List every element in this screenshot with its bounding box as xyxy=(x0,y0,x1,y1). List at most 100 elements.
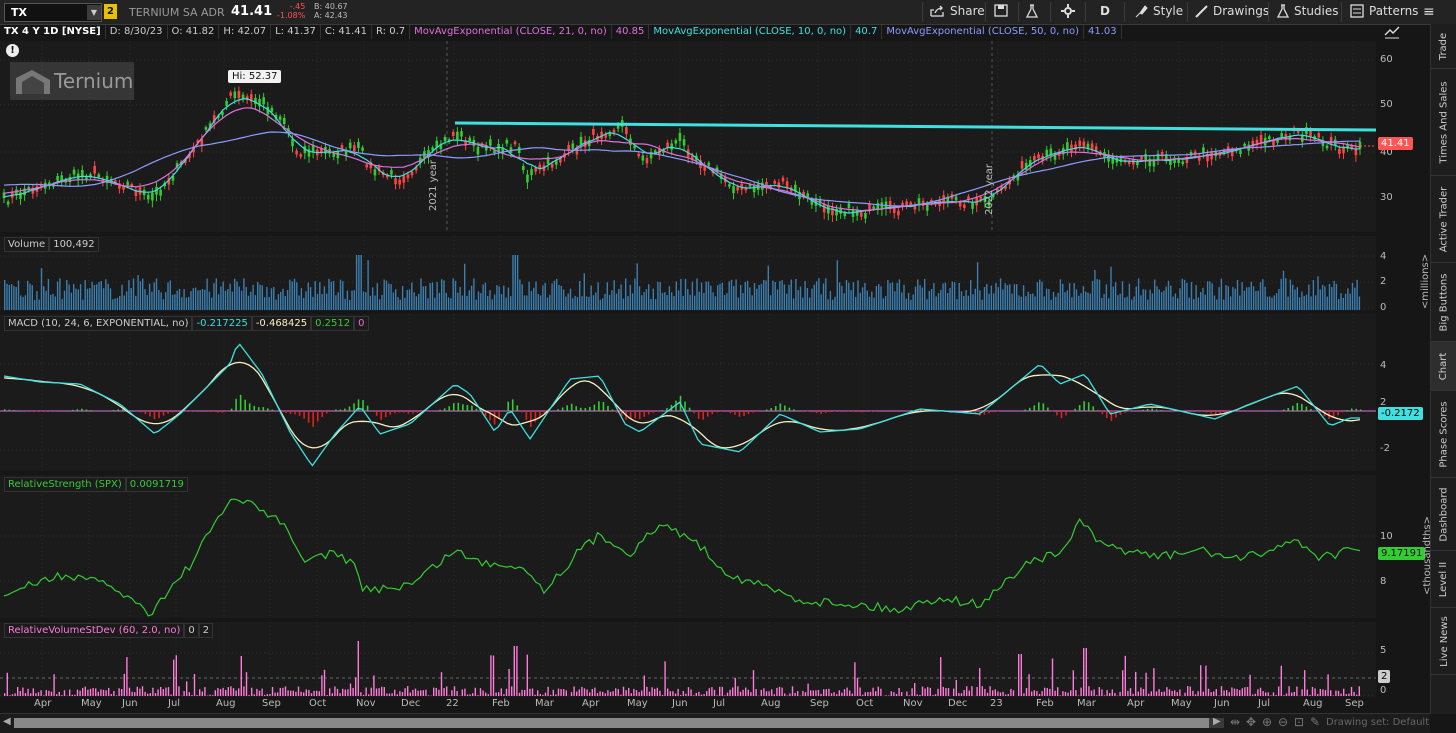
ema10-label[interactable]: MovAvgExponential (CLOSE, 10, 0, no) xyxy=(649,25,851,39)
macd-histogram-bar xyxy=(1301,404,1303,411)
chart-mode-button[interactable] xyxy=(1384,25,1400,42)
volume-bar xyxy=(740,285,741,310)
volume-bar xyxy=(218,294,219,310)
price-chart[interactable] xyxy=(0,41,1376,232)
exclamation-icon[interactable]: ! xyxy=(6,44,19,57)
zoom-out-icon[interactable]: ⊖ xyxy=(1278,715,1288,729)
scroll-left-icon[interactable]: ◀ xyxy=(3,716,11,727)
rvol-title[interactable]: RelativeVolumeStDev (60, 2.0, no) xyxy=(4,623,184,638)
volume-bar xyxy=(614,280,615,310)
volume-bar xyxy=(712,292,713,310)
volume-bar xyxy=(1087,293,1088,310)
volume-bar xyxy=(630,285,631,310)
volume-bar xyxy=(979,290,980,310)
aggregation-button[interactable]: D xyxy=(1100,4,1110,18)
share-icon xyxy=(930,5,945,17)
time-axis[interactable]: AprMayJunJulAugSepOctNovDec22FebMarAprMa… xyxy=(0,697,1430,712)
pan-icon[interactable]: ✥ xyxy=(1246,715,1256,729)
relative-volume-bar xyxy=(849,691,850,696)
volume-bar xyxy=(1310,296,1311,310)
tab-level-ii[interactable]: Level II xyxy=(1431,551,1456,608)
relative-volume-bar xyxy=(1078,695,1079,696)
scrollbar-thumb[interactable] xyxy=(14,718,1209,728)
volume-bar xyxy=(1094,270,1095,310)
volume-panel[interactable] xyxy=(0,236,1376,311)
relative-volume-bar xyxy=(378,688,379,696)
macd-histogram-bar xyxy=(344,409,346,411)
volume-title[interactable]: Volume xyxy=(4,237,49,252)
tab-dashboard[interactable]: Dashboard xyxy=(1431,478,1456,551)
volume-bar xyxy=(1294,290,1295,310)
settings-button[interactable] xyxy=(1061,4,1075,18)
relative-strength-chart[interactable] xyxy=(0,475,1376,618)
tab-phase-scores[interactable]: Phase Scores xyxy=(1431,391,1456,478)
relative-volume-bar xyxy=(792,686,793,696)
macd-title[interactable]: MACD (10, 24, 6, EXPONENTIAL, no) xyxy=(4,316,192,331)
relative-volume-bar xyxy=(1343,689,1344,696)
tab-live-news[interactable]: Live News xyxy=(1431,608,1456,675)
rs-title[interactable]: RelativeStrength (SPX) xyxy=(4,477,126,492)
pencil-icon[interactable]: ✎ xyxy=(1310,715,1320,729)
volume-bar xyxy=(1131,300,1132,310)
relative-volume-bar xyxy=(264,695,265,696)
tab-chart[interactable]: Chart xyxy=(1431,342,1456,391)
relative-volume-bar xyxy=(389,694,390,696)
relative-volume-bar xyxy=(943,687,944,696)
ema50-label[interactable]: MovAvgExponential (CLOSE, 50, 0, no) xyxy=(882,25,1084,39)
macd-panel[interactable] xyxy=(0,314,1376,471)
price-candle xyxy=(271,108,274,112)
relative-volume-bar xyxy=(1036,691,1037,696)
volume-bar xyxy=(381,295,382,310)
patterns-button[interactable]: Patterns xyxy=(1350,4,1418,18)
volume-bar xyxy=(1354,288,1355,310)
tab-active-trader[interactable]: Active Trader xyxy=(1431,176,1456,263)
price-candle xyxy=(205,127,208,130)
macd-histogram-bar xyxy=(616,411,618,413)
volume-bar xyxy=(779,281,780,310)
relative-volume-bar xyxy=(599,691,600,696)
tab-label: Dashboard xyxy=(1439,487,1450,541)
volume-bar xyxy=(209,292,210,310)
volume-bar xyxy=(1053,292,1054,310)
tab-times-and-sales[interactable]: Times And Sales xyxy=(1431,69,1456,176)
volume-bar xyxy=(827,299,828,310)
volume-bar xyxy=(731,280,732,310)
chevron-down-icon[interactable]: ▼ xyxy=(87,5,101,20)
flask-button[interactable] xyxy=(1026,4,1038,18)
scroll-right-icon[interactable]: ▶ xyxy=(1213,716,1221,727)
symbol-selector[interactable]: TX ▼ xyxy=(4,3,102,22)
share-button[interactable]: Share xyxy=(930,4,985,18)
more-menu-button[interactable]: ≡ xyxy=(1423,4,1435,20)
relative-volume-bar xyxy=(347,689,348,696)
macd-histogram-bar xyxy=(580,408,582,411)
drawings-button[interactable]: Drawings xyxy=(1195,4,1269,18)
relative-volume-bar xyxy=(794,693,795,696)
volume-bar xyxy=(22,297,23,310)
studies-button[interactable]: Studies xyxy=(1277,4,1339,18)
style-button[interactable]: Style xyxy=(1134,4,1183,18)
drawing-set-label[interactable]: Drawing set: Default xyxy=(1326,717,1429,728)
expand-icon[interactable]: ⇹ xyxy=(1230,715,1240,729)
reset-zoom-icon[interactable]: ⊡ xyxy=(1294,715,1304,729)
ema21-label[interactable]: MovAvgExponential (CLOSE, 21, 0, no) xyxy=(410,25,612,39)
price-panel[interactable] xyxy=(0,41,1376,232)
relative-volume-bar xyxy=(51,692,52,696)
tab-trade[interactable]: Trade xyxy=(1431,24,1456,69)
relative-strength-panel[interactable] xyxy=(0,475,1376,618)
price-candle xyxy=(753,186,756,192)
zoom-in-icon[interactable]: ⊕ xyxy=(1262,715,1272,729)
volume-bar xyxy=(850,290,851,310)
volume-bar xyxy=(708,281,709,310)
save-layout-button[interactable] xyxy=(994,4,1008,17)
volume-bar xyxy=(464,264,465,310)
symbol-input[interactable]: TX xyxy=(5,6,87,19)
relative-volume-bar xyxy=(225,690,226,696)
volume-bar xyxy=(919,285,920,310)
macd-chart[interactable] xyxy=(0,314,1376,471)
volume-bar xyxy=(243,278,244,310)
link-badge[interactable]: 2 xyxy=(104,4,117,19)
time-scrollbar[interactable] xyxy=(14,718,1224,728)
volume-bar xyxy=(453,278,454,310)
tab-big-buttons[interactable]: Big Buttons xyxy=(1431,263,1456,342)
volume-chart[interactable] xyxy=(0,236,1376,311)
